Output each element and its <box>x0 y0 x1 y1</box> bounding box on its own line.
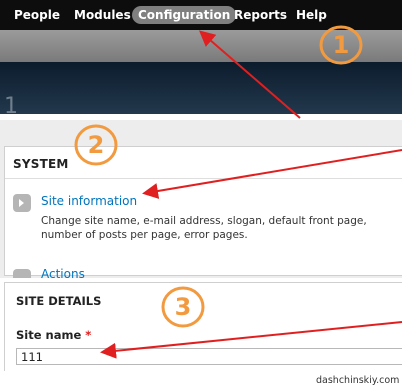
site-name-input[interactable] <box>16 348 402 365</box>
site-details-panel: SITE DETAILS Site name * dashchinskiy.co… <box>0 282 402 390</box>
page-header <box>0 62 402 114</box>
divider <box>5 178 402 179</box>
actions-expand-icon[interactable] <box>13 269 31 278</box>
site-name-label-text: Site name <box>16 328 82 342</box>
watermark: dashchinskiy.com <box>316 375 400 386</box>
required-marker: * <box>85 328 92 342</box>
site-information-link[interactable]: Site information <box>41 194 137 208</box>
menu-item-help[interactable]: Help <box>296 6 327 24</box>
shortcut-bar <box>0 30 402 62</box>
configuration-panel: SYSTEM Site information Change site name… <box>0 120 402 278</box>
site-information-description: Change site name, e-mail address, slogan… <box>41 215 367 241</box>
site-name-label: Site name * <box>16 328 91 342</box>
menu-item-configuration[interactable]: Configuration <box>132 6 237 24</box>
system-section: SYSTEM Site information Change site name… <box>4 146 402 278</box>
menu-item-people[interactable]: People <box>14 6 60 24</box>
system-heading: SYSTEM <box>13 157 69 171</box>
expand-arrow-icon[interactable] <box>13 194 31 212</box>
site-details-heading: SITE DETAILS <box>16 294 102 308</box>
menu-item-modules[interactable]: Modules <box>74 6 131 24</box>
actions-link[interactable]: Actions <box>41 267 85 278</box>
admin-menu-bar: People Modules Configuration Reports Hel… <box>0 0 402 30</box>
menu-item-reports[interactable]: Reports <box>234 6 287 24</box>
admin-toolbar-panel: People Modules Configuration Reports Hel… <box>0 0 402 118</box>
page-title-fragment: 1 <box>4 94 18 118</box>
